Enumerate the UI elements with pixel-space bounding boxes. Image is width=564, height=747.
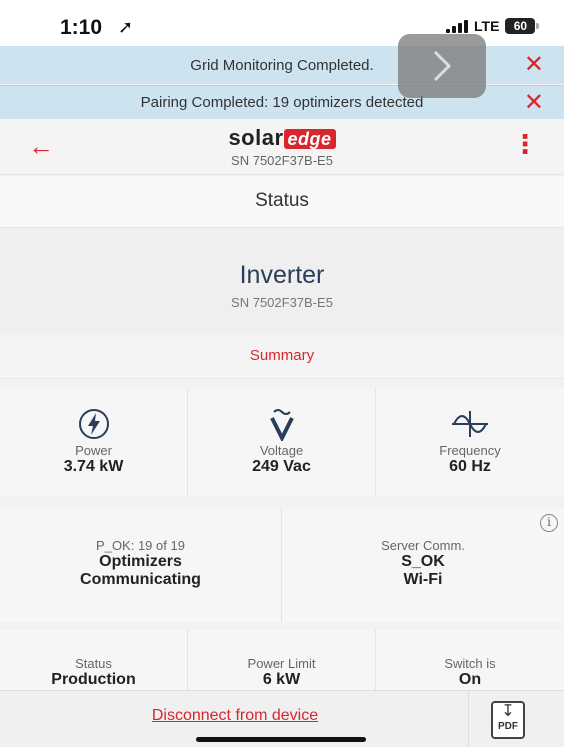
stat-label: Power Limit [247,656,316,671]
network-type: LTE [474,18,500,34]
server-comm-label: Server Comm. [381,538,465,553]
signal-icon [446,19,468,33]
metric-power: Power 3.74 kW [0,389,188,497]
lightning-icon [78,409,109,439]
metric-value: 249 Vac [252,458,311,475]
stat-label: Status [75,656,112,671]
device-serial: SN 7502F37B-E5 [231,295,333,310]
stat-status: Status Production [0,630,188,690]
sine-wave-icon [452,411,488,437]
stat-switch: Switch is On [376,630,564,690]
app-header: ← solar edge SN 7502F37B-E5 ⋮ [0,119,564,175]
metric-voltage: Voltage 249 Vac [188,389,376,497]
metrics-row: Power 3.74 kW Voltage 249 Vac Frequency … [0,389,564,497]
metric-label: Frequency [439,443,501,458]
disconnect-button[interactable]: Disconnect from device [0,707,470,725]
battery-icon: 60 [505,18,540,34]
close-icon[interactable]: ✕ [524,90,544,115]
voltage-icon [269,409,294,441]
metric-value: 60 Hz [449,458,491,475]
summary-heading: Summary [0,335,564,379]
server-comm-type: Wi-Fi [403,571,443,588]
close-icon[interactable]: ✕ [524,53,544,77]
page-title: Status [0,176,564,228]
chevron-right-icon [433,50,452,82]
metric-label: Voltage [259,443,304,458]
stat-label: Switch is [444,656,496,671]
optimizers-status: Communicating [80,571,201,588]
pdf-icon: ↧ PDF [491,701,525,739]
pdf-button[interactable]: ↧ PDF [468,691,564,747]
stat-value: Production [51,671,136,688]
solaredge-logo: solar edge [0,125,564,151]
floating-next-button[interactable] [398,34,486,98]
server-comm-cell: i Server Comm. S_OK Wi-Fi [282,508,564,622]
stat-value: On [458,671,482,688]
communication-row: P_OK: 19 of 19 Optimizers Communicating … [0,508,564,622]
info-icon[interactable]: i [540,514,558,532]
server-comm-status: S_OK [401,553,445,570]
optimizers-count: P_OK: 19 of 19 [96,538,185,553]
header-serial: SN 7502F37B-E5 [231,153,333,168]
stats-row: Status Production Power Limit 6 kW Switc… [0,630,564,690]
location-arrow-icon: ➚ [118,17,134,37]
stat-power-limit: Power Limit 6 kW [188,630,376,690]
metric-label: Power [75,443,112,458]
optimizers-cell: P_OK: 19 of 19 Optimizers Communicating [0,508,282,622]
stat-value: 6 kW [262,671,301,688]
device-name: Inverter [239,261,325,289]
device-info: Inverter SN 7502F37B-E5 [0,229,564,335]
notification-text: Pairing Completed: 19 optimizers detecte… [140,94,424,111]
notification-text: Grid Monitoring Completed. [190,56,374,74]
metric-frequency: Frequency 60 Hz [376,389,564,497]
status-indicators: LTE 60 [446,18,540,34]
optimizers-title: Optimizers [99,553,182,570]
metric-value: 3.74 kW [63,458,124,475]
more-menu-icon[interactable]: ⋮ [512,131,538,157]
home-indicator[interactable] [196,737,366,742]
clock: 1:10 [60,16,103,39]
